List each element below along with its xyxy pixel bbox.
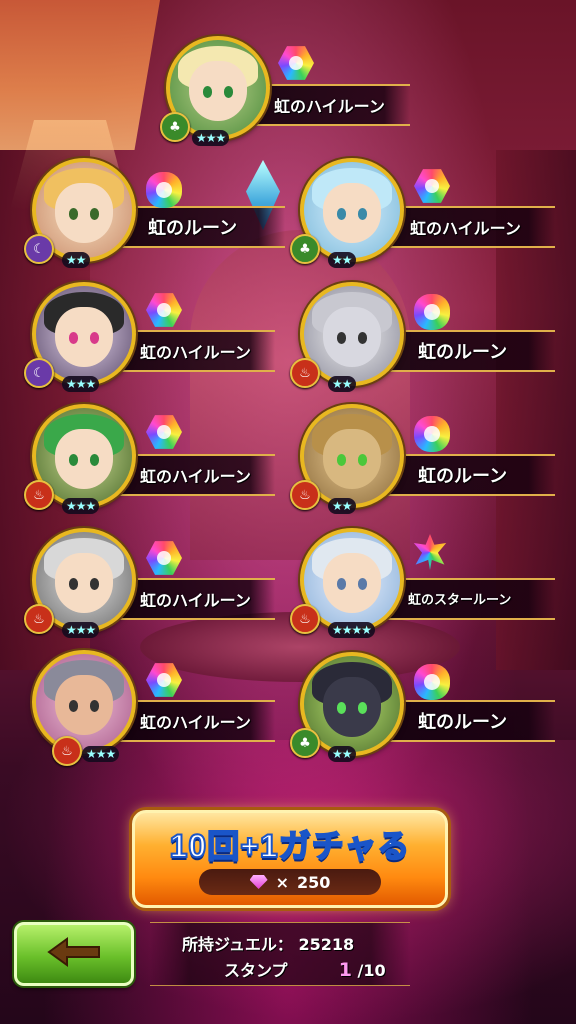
stamp-current: 1	[338, 959, 352, 981]
rune-banner: 虹のスタールーン	[380, 578, 555, 620]
rainbow-rune-icon	[414, 294, 450, 330]
rainbow-hex-rune-icon	[414, 169, 450, 203]
rune-name: 虹のハイルーン	[140, 343, 251, 362]
gacha-result-screen: 虹のハイルーン ♣ ★★★ 虹のルーン ☾ ★★ 虹のハイルーン ♣ ★★ 虹の…	[0, 0, 576, 1024]
rarity-stars: ★★	[62, 252, 90, 268]
rainbow-star-rune-icon	[413, 534, 447, 570]
jewel-value: 25218	[298, 935, 355, 954]
dark-icon: ☾	[24, 234, 54, 264]
rune-name: 虹のハイルーン	[140, 591, 251, 610]
rainbow-rune-icon	[146, 172, 182, 208]
fire-icon: ♨	[52, 736, 82, 766]
stamp-total: /10	[357, 961, 386, 980]
fire-icon: ♨	[24, 604, 54, 634]
rarity-stars: ★★★	[62, 622, 100, 638]
fire-icon: ♨	[24, 480, 54, 510]
rune-name: 虹のルーン	[418, 712, 508, 733]
jewel-label: 所持ジュエル：	[182, 935, 293, 954]
rainbow-rune-icon	[414, 664, 450, 700]
rainbow-hex-rune-icon	[278, 46, 314, 80]
rarity-stars: ★★	[328, 376, 356, 392]
rune-banner: 虹のハイルーン	[380, 206, 555, 248]
gacha-cost: × 250	[199, 869, 381, 895]
fire-icon: ♨	[290, 480, 320, 510]
rarity-stars: ★★★	[62, 498, 100, 514]
rune-name: 虹のルーン	[148, 218, 238, 239]
cost-multiplier: ×	[275, 872, 289, 892]
stamp-row: スタンプ 1 /10	[224, 957, 386, 981]
rune-name: 虹のルーン	[418, 466, 508, 487]
back-arrow-icon	[47, 937, 100, 967]
rune-name: 虹のハイルーン	[140, 467, 251, 486]
rarity-stars: ★★	[328, 498, 356, 514]
rarity-stars: ★★★★	[328, 622, 376, 638]
rarity-stars: ★★★	[192, 130, 230, 146]
cost-value: 250	[297, 872, 331, 892]
rarity-stars: ★★	[328, 252, 356, 268]
stamp-label: スタンプ	[224, 961, 288, 980]
gacha-11-roll-button[interactable]: 10回+1ガチャる × 250	[132, 810, 448, 908]
rainbow-hex-rune-icon	[146, 415, 182, 449]
rune-banner: 虹のルーン	[380, 700, 555, 742]
character-portrait	[32, 650, 136, 754]
info-panel: 所持ジュエル： 25218 スタンプ 1 /10	[150, 922, 410, 986]
rune-banner: 虹のルーン	[110, 206, 285, 248]
wood-icon: ♣	[290, 728, 320, 758]
rainbow-rune-icon	[414, 416, 450, 452]
rune-banner: 虹のルーン	[380, 454, 555, 496]
fire-icon: ♨	[290, 358, 320, 388]
rainbow-hex-rune-icon	[146, 293, 182, 327]
gacha-button-label: 10回+1ガチャる	[169, 827, 411, 865]
wood-icon: ♣	[290, 234, 320, 264]
dark-icon: ☾	[24, 358, 54, 388]
jewel-row: 所持ジュエル： 25218	[182, 931, 354, 955]
rarity-stars: ★★★	[62, 376, 100, 392]
background-arch	[190, 230, 410, 560]
wood-icon: ♣	[160, 112, 190, 142]
rune-name: 虹のスタールーン	[408, 593, 512, 608]
back-button[interactable]	[14, 922, 134, 986]
jewel-icon	[249, 875, 268, 889]
rune-name: 虹のルーン	[418, 342, 508, 363]
rune-name: 虹のハイルーン	[274, 97, 385, 116]
rarity-stars: ★★	[328, 746, 356, 762]
rune-name: 虹のハイルーン	[410, 219, 521, 238]
rarity-stars: ★★★	[82, 746, 120, 762]
rune-name: 虹のハイルーン	[140, 713, 251, 732]
rainbow-hex-rune-icon	[146, 541, 182, 575]
fire-icon: ♨	[290, 604, 320, 634]
rune-banner: 虹のルーン	[380, 330, 555, 372]
